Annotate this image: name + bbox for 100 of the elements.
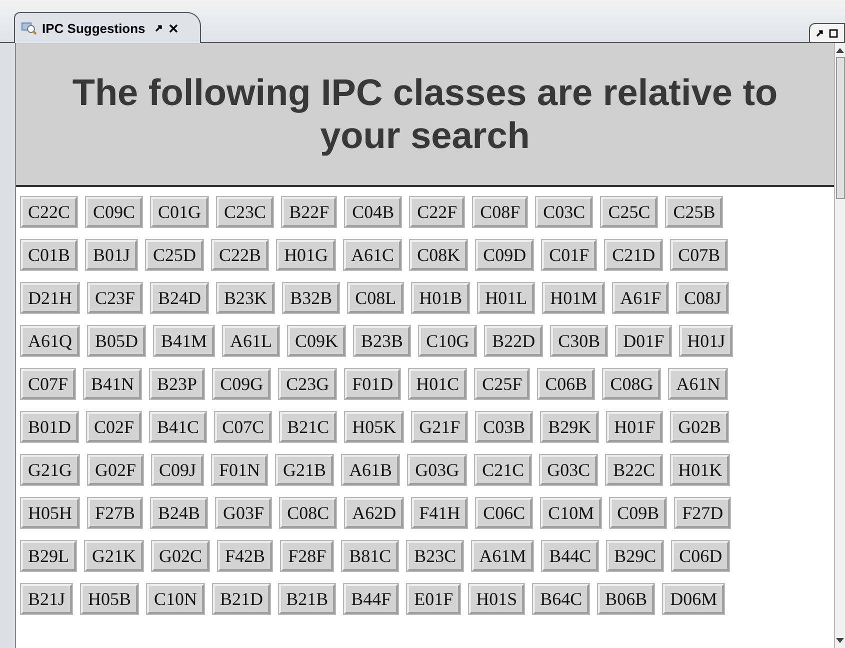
- ipc-class-button[interactable]: C06D: [672, 540, 730, 570]
- ipc-class-button[interactable]: C25F: [475, 368, 530, 398]
- ipc-class-button[interactable]: C07F: [21, 368, 76, 398]
- ipc-class-button[interactable]: C02F: [87, 412, 142, 442]
- ipc-class-button[interactable]: F01N: [212, 454, 268, 484]
- ipc-class-button[interactable]: A61B: [342, 454, 400, 484]
- ipc-class-button[interactable]: G21F: [412, 412, 468, 442]
- ipc-class-button[interactable]: C06B: [538, 368, 594, 398]
- ipc-class-button[interactable]: C07B: [671, 240, 728, 270]
- ipc-class-button[interactable]: E01F: [407, 584, 460, 614]
- ipc-class-button[interactable]: C08L: [348, 282, 404, 312]
- ipc-class-button[interactable]: B05D: [88, 326, 146, 356]
- ipc-class-button[interactable]: B22D: [485, 326, 542, 356]
- ipc-class-button[interactable]: C23F: [88, 282, 142, 312]
- ipc-class-button[interactable]: G02C: [152, 540, 210, 570]
- ipc-class-button[interactable]: D21H: [21, 282, 79, 312]
- ipc-class-button[interactable]: C10N: [147, 584, 204, 614]
- ipc-class-button[interactable]: H01B: [412, 282, 470, 312]
- ipc-class-button[interactable]: B22F: [282, 196, 336, 226]
- detach-icon[interactable]: [155, 24, 164, 32]
- ipc-class-button[interactable]: B21C: [280, 412, 336, 442]
- ipc-class-button[interactable]: C30B: [551, 326, 608, 356]
- ipc-class-button[interactable]: H01G: [277, 240, 336, 270]
- ipc-class-button[interactable]: B29K: [541, 412, 598, 442]
- ipc-class-button[interactable]: C03C: [536, 196, 592, 226]
- ipc-class-button[interactable]: A61C: [344, 240, 402, 270]
- ipc-class-button[interactable]: C10M: [541, 498, 602, 528]
- ipc-class-button[interactable]: G03F: [216, 498, 272, 528]
- ipc-class-button[interactable]: C23C: [217, 196, 274, 226]
- ipc-class-button[interactable]: H01J: [680, 326, 732, 356]
- ipc-class-button[interactable]: H01M: [543, 282, 604, 312]
- ipc-class-button[interactable]: B41M: [154, 326, 214, 356]
- ipc-class-button[interactable]: C08K: [410, 240, 468, 270]
- ipc-class-button[interactable]: C25D: [146, 240, 204, 270]
- ipc-class-button[interactable]: B23C: [407, 540, 464, 570]
- ipc-class-button[interactable]: B64C: [533, 584, 590, 614]
- ipc-class-button[interactable]: B21B: [279, 584, 336, 614]
- ipc-class-button[interactable]: G21B: [276, 454, 334, 484]
- ipc-class-button[interactable]: C09C: [86, 196, 142, 226]
- ipc-class-button[interactable]: C09G: [213, 368, 270, 398]
- ipc-class-button[interactable]: H01F: [607, 412, 662, 442]
- scrollbar[interactable]: [834, 43, 845, 648]
- ipc-class-button[interactable]: G03C: [540, 454, 598, 484]
- ipc-class-button[interactable]: C03B: [476, 412, 532, 442]
- ipc-class-button[interactable]: B01D: [21, 412, 78, 442]
- view-tab[interactable]: IPC Suggestions: [14, 12, 202, 43]
- ipc-class-button[interactable]: G02F: [88, 454, 144, 484]
- ipc-class-button[interactable]: D01F: [616, 326, 672, 356]
- ipc-class-button[interactable]: C09J: [152, 454, 204, 484]
- scroll-up-icon[interactable]: [836, 47, 844, 53]
- ipc-class-button[interactable]: G21G: [21, 454, 79, 484]
- ipc-class-button[interactable]: C22B: [212, 240, 268, 270]
- ipc-class-button[interactable]: C09K: [288, 326, 346, 356]
- ipc-class-button[interactable]: A61L: [223, 326, 280, 356]
- ipc-class-button[interactable]: C23G: [279, 368, 336, 398]
- ipc-class-button[interactable]: F01D: [345, 368, 400, 398]
- scroll-down-icon[interactable]: [836, 638, 844, 644]
- ipc-class-button[interactable]: G02B: [671, 412, 728, 442]
- ipc-class-button[interactable]: F28F: [281, 540, 334, 570]
- ipc-class-button[interactable]: B41N: [84, 368, 142, 398]
- ipc-class-button[interactable]: F27D: [675, 498, 730, 528]
- ipc-class-button[interactable]: H05K: [345, 412, 404, 442]
- ipc-class-button[interactable]: B22C: [606, 454, 662, 484]
- ipc-class-button[interactable]: C06C: [476, 498, 532, 528]
- ipc-class-button[interactable]: C09B: [610, 498, 666, 528]
- ipc-class-button[interactable]: H01S: [469, 584, 524, 614]
- ipc-class-button[interactable]: F27B: [88, 498, 142, 528]
- ipc-class-button[interactable]: H05H: [21, 498, 79, 528]
- ipc-class-button[interactable]: B23B: [354, 326, 410, 356]
- ipc-class-button[interactable]: B24D: [151, 282, 208, 312]
- ipc-class-button[interactable]: C01B: [21, 240, 78, 270]
- ipc-class-button[interactable]: B21D: [213, 584, 270, 614]
- close-icon[interactable]: [169, 24, 178, 32]
- ipc-class-button[interactable]: C09D: [476, 240, 534, 270]
- ipc-class-button[interactable]: C22C: [21, 196, 78, 226]
- ipc-class-button[interactable]: C21D: [605, 240, 662, 270]
- ipc-class-button[interactable]: G21K: [85, 540, 144, 570]
- scroll-thumb[interactable]: [836, 57, 844, 199]
- ipc-class-button[interactable]: C25B: [666, 196, 722, 226]
- ipc-class-button[interactable]: A61M: [472, 540, 534, 570]
- ipc-class-button[interactable]: C25C: [601, 196, 658, 226]
- ipc-class-button[interactable]: B81C: [342, 540, 398, 570]
- ipc-class-button[interactable]: C07C: [215, 412, 272, 442]
- ipc-class-button[interactable]: B44F: [344, 584, 398, 614]
- ipc-class-button[interactable]: C21C: [475, 454, 532, 484]
- ipc-class-button[interactable]: H01L: [478, 282, 534, 312]
- ipc-class-button[interactable]: B44C: [542, 540, 598, 570]
- ipc-class-button[interactable]: B23P: [150, 368, 204, 398]
- ipc-class-button[interactable]: B41C: [150, 412, 206, 442]
- ipc-class-button[interactable]: H05B: [81, 584, 138, 614]
- ipc-class-button[interactable]: G03G: [408, 454, 466, 484]
- ipc-class-button[interactable]: A61N: [669, 368, 728, 398]
- ipc-class-button[interactable]: F41H: [412, 498, 468, 528]
- ipc-class-button[interactable]: C10G: [419, 326, 476, 356]
- ipc-class-button[interactable]: C22F: [410, 196, 464, 226]
- ipc-class-button[interactable]: B29L: [21, 540, 76, 570]
- maximize-icon[interactable]: [829, 28, 838, 38]
- detach-icon[interactable]: [816, 29, 824, 37]
- ipc-class-button[interactable]: H01C: [409, 368, 466, 398]
- ipc-class-button[interactable]: C08F: [473, 196, 528, 226]
